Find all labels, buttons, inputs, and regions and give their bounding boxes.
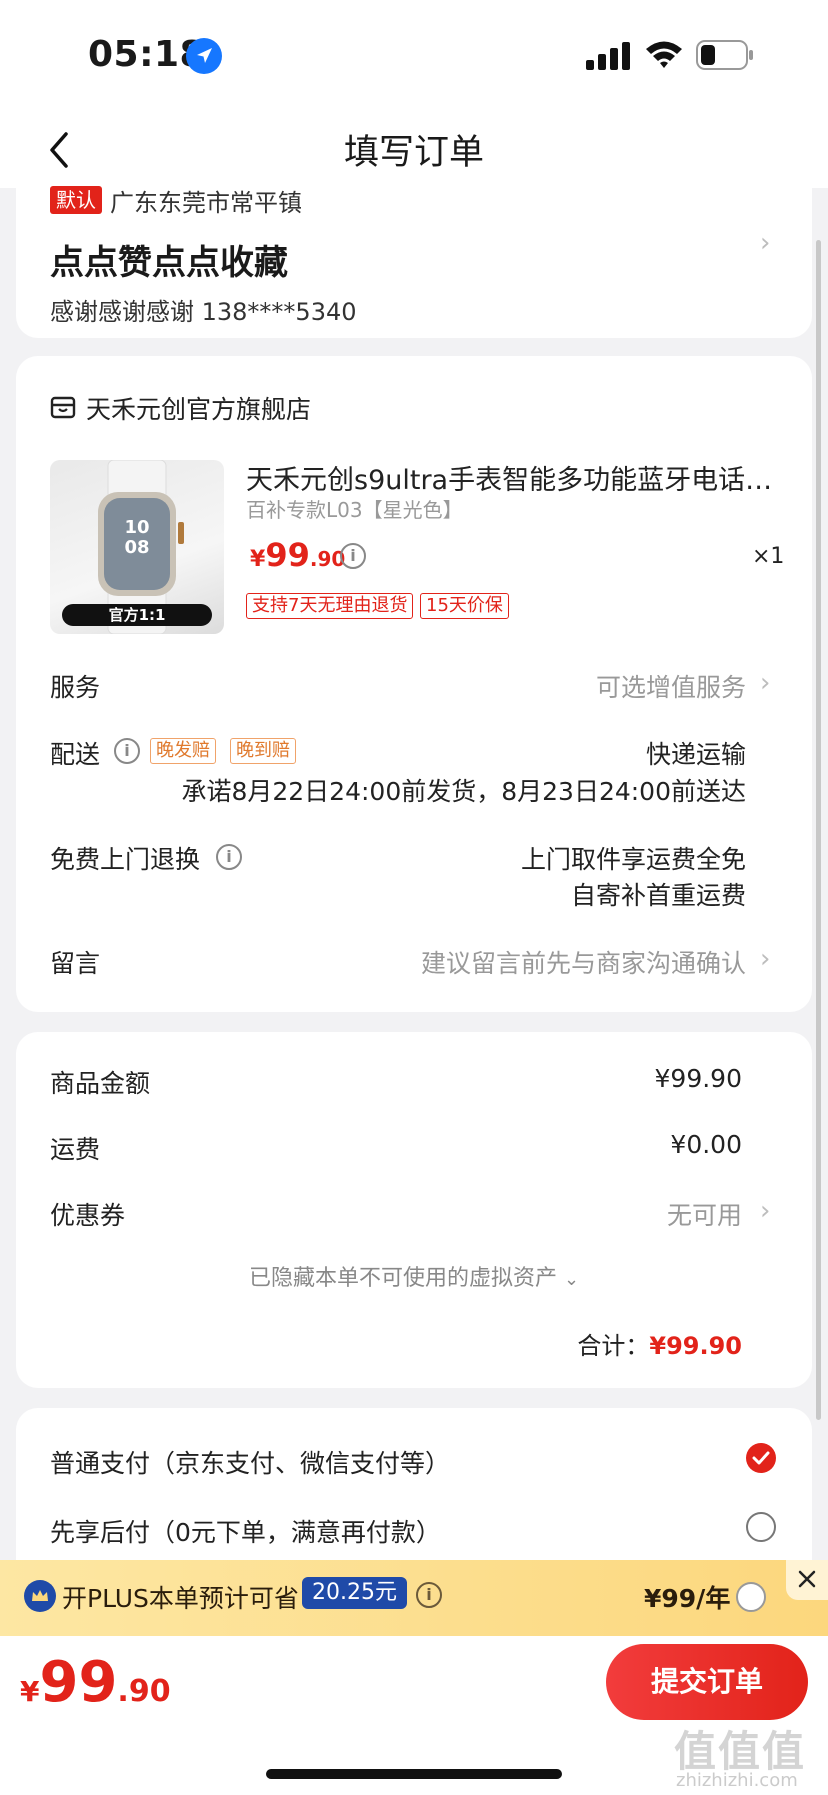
submit-order-button[interactable]: 提交订单 bbox=[606, 1644, 808, 1720]
address-chevron-right-icon: › bbox=[760, 228, 771, 258]
late-arrival-tag: 晚到赔 bbox=[230, 738, 296, 764]
bottom-price-currency: ¥ bbox=[20, 1675, 40, 1708]
product-price-integer: 99 bbox=[265, 536, 310, 574]
product-price: ¥99.90 bbox=[250, 536, 345, 574]
bottom-checkout-bar: ¥99.90 提交订单 值值值 zhizhizhi.com bbox=[0, 1636, 828, 1795]
home-indicator[interactable] bbox=[266, 1769, 562, 1779]
product-title[interactable]: 天禾元创s9ultra手表智能多功能蓝牙电话男… bbox=[246, 458, 776, 497]
goods-amount-label: 商品金额 bbox=[50, 1069, 151, 1098]
late-dispatch-tag: 晚发赔 bbox=[150, 738, 216, 764]
payment-option-pay-later[interactable]: 先享后付（0元下单，满意再付款） bbox=[50, 1513, 441, 1549]
coupon-chevron-right-icon: › bbox=[760, 1196, 771, 1226]
bottom-price-integer: 99 bbox=[39, 1650, 118, 1715]
plus-savings-amount: 20.25元 bbox=[302, 1577, 407, 1609]
address-detail: 点点赞点点收藏 bbox=[50, 243, 288, 283]
plus-price: ¥99/年 bbox=[644, 1584, 731, 1613]
order-total: 合计：¥99.90 bbox=[400, 1326, 742, 1361]
total-value: ¥99.90 bbox=[649, 1332, 742, 1360]
product-sku[interactable]: 百补专款L03【星光色】 bbox=[246, 494, 463, 523]
delivery-promise: 承诺8月22日24:00前发货，8月23日24:00前送达 bbox=[181, 777, 746, 806]
product-image-label: 官方1:1 bbox=[62, 604, 212, 626]
delivery-info-icon[interactable]: i bbox=[114, 738, 140, 764]
note-input[interactable]: 建议留言前先与商家沟通确认 bbox=[340, 944, 746, 980]
default-address-badge: 默认 bbox=[50, 186, 102, 214]
plus-close-button[interactable] bbox=[786, 1560, 828, 1600]
plus-crown-icon bbox=[24, 1580, 56, 1612]
back-icon[interactable] bbox=[40, 126, 84, 174]
return-policy-tag: 支持7天无理由退货 bbox=[246, 593, 414, 619]
shipping-value: ¥0.00 bbox=[670, 1130, 742, 1159]
free-return-info-icon[interactable]: i bbox=[216, 844, 242, 870]
payment-normal-radio-checked[interactable] bbox=[746, 1443, 776, 1473]
close-icon bbox=[798, 1570, 816, 1588]
bottom-price-decimal: .90 bbox=[117, 1674, 171, 1709]
note-label: 留言 bbox=[50, 949, 101, 978]
bottom-total-price: ¥99.90 bbox=[20, 1650, 171, 1715]
plus-promo-text: 开PLUS本单预计可省 bbox=[62, 1584, 299, 1613]
free-return-label: 免费上门退换 bbox=[50, 845, 201, 874]
price-info-icon[interactable]: i bbox=[340, 543, 366, 569]
battery-icon bbox=[696, 40, 753, 70]
product-image[interactable]: 10 08 官方1:1 bbox=[50, 460, 224, 634]
location-arrow-icon bbox=[186, 38, 222, 74]
coupon-label: 优惠券 bbox=[50, 1201, 126, 1230]
payment-option-normal[interactable]: 普通支付（京东支付、微信支付等） bbox=[50, 1444, 450, 1480]
delivery-method[interactable]: 快递运输 bbox=[500, 735, 746, 771]
scrollbar[interactable] bbox=[816, 240, 821, 1420]
coupon-value[interactable]: 无可用 bbox=[500, 1196, 742, 1232]
plus-select-radio[interactable] bbox=[736, 1582, 766, 1612]
goods-amount-value: ¥99.90 bbox=[654, 1064, 742, 1093]
address-region: 广东东莞市常平镇 bbox=[110, 189, 302, 217]
status-bar: 05:18 bbox=[0, 0, 828, 110]
delivery-label: 配送 bbox=[50, 740, 101, 769]
service-value[interactable]: 可选增值服务 bbox=[420, 668, 746, 704]
free-return-line1: 上门取件享运费全免 bbox=[520, 845, 746, 874]
free-return-line2: 自寄补首重运费 bbox=[570, 881, 746, 910]
address-contact: 感谢感谢感谢 138****5340 bbox=[50, 298, 357, 326]
service-label: 服务 bbox=[50, 673, 101, 702]
cellular-signal-icon bbox=[586, 42, 630, 70]
product-price-currency: ¥ bbox=[250, 547, 266, 572]
checkmark-icon bbox=[752, 1451, 770, 1465]
hidden-assets-toggle[interactable]: 已隐藏本单不可使用的虚拟资产 ⌄ bbox=[0, 1260, 828, 1292]
store-icon bbox=[50, 396, 76, 419]
store-name[interactable]: 天禾元创官方旗舰店 bbox=[86, 390, 311, 426]
chevron-down-icon: ⌄ bbox=[563, 1269, 580, 1290]
shipping-label: 运费 bbox=[50, 1135, 101, 1164]
watch-face-time: 10 08 bbox=[124, 517, 150, 558]
total-label: 合计： bbox=[577, 1332, 650, 1360]
product-quantity: ×1 bbox=[752, 544, 785, 569]
service-chevron-right-icon: › bbox=[760, 668, 771, 698]
plus-info-icon[interactable]: i bbox=[416, 1582, 442, 1608]
price-protection-tag: 15天价保 bbox=[420, 593, 509, 619]
payment-pay-later-radio[interactable] bbox=[746, 1512, 776, 1542]
watermark-site: zhizhizhi.com bbox=[676, 1770, 798, 1791]
note-chevron-right-icon: › bbox=[760, 944, 771, 974]
wifi-icon bbox=[646, 41, 682, 68]
hidden-assets-text: 已隐藏本单不可使用的虚拟资产 bbox=[248, 1266, 557, 1291]
plus-promo-bar[interactable]: 开PLUS本单预计可省 20.25元 i ¥99/年 bbox=[0, 1560, 828, 1636]
